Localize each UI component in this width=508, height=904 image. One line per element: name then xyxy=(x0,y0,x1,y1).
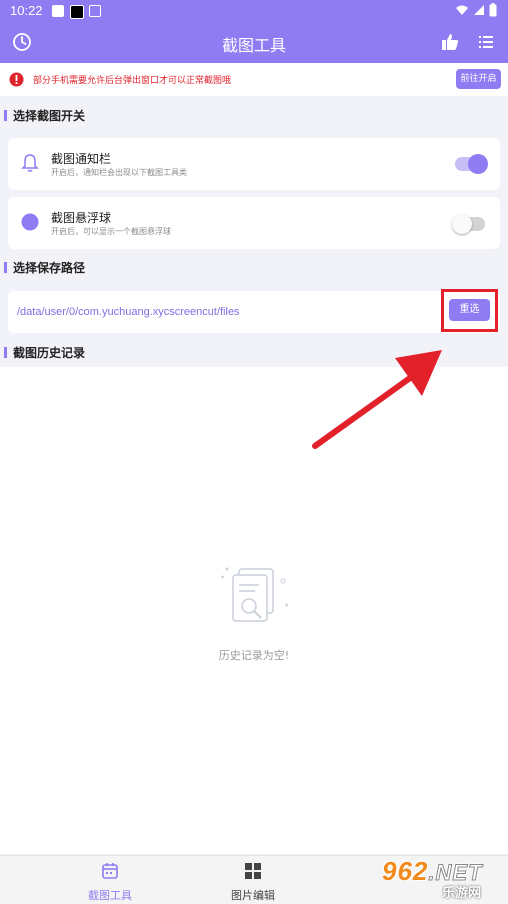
app-bar: 截图工具 xyxy=(0,22,508,63)
section-header-path: 选择保存路径 xyxy=(4,259,85,276)
notification-toggle[interactable] xyxy=(455,154,488,174)
calendar-icon xyxy=(102,863,118,879)
notification-icon xyxy=(70,5,84,19)
empty-history-text: 历史记录为空! xyxy=(218,649,290,662)
section-header-switch: 选择截图开关 xyxy=(4,107,85,124)
watermark-site: 乐游网 xyxy=(442,886,482,901)
warning-icon xyxy=(9,72,24,87)
page-title: 截图工具 xyxy=(221,36,286,55)
watermark-brand: 962 xyxy=(382,856,429,886)
section-header-history: 截图历史记录 xyxy=(4,344,85,361)
section-title: 选择保存路径 xyxy=(13,261,86,275)
empty-history-icon xyxy=(221,567,288,622)
switch-title: 截图通知栏 xyxy=(51,152,112,166)
notification-icon xyxy=(52,5,64,17)
battery-icon xyxy=(489,3,497,17)
save-path-card: /data/user/0/com.yuchuang.xycscreencut/f… xyxy=(8,291,500,333)
status-bar: 10:22 xyxy=(0,0,508,22)
switch-subtitle: 开启后，可以显示一个截图悬浮球 xyxy=(51,227,171,236)
toggle-knob xyxy=(452,214,472,234)
go-enable-button[interactable]: 前往开启 xyxy=(456,69,501,89)
site-watermark: 962.NET 乐游网 xyxy=(368,856,508,903)
floating-ball-toggle[interactable] xyxy=(452,214,485,234)
switch-subtitle: 开启后，通知栏会出现以下截图工具类 xyxy=(51,168,187,177)
reselect-button[interactable]: 重选 xyxy=(449,299,490,321)
nav-label: 截图工具 xyxy=(88,889,132,902)
nav-tab-screenshot-tool[interactable]: 截图工具 xyxy=(50,862,170,903)
toggle-knob xyxy=(468,154,488,174)
section-accent-bar xyxy=(4,262,7,273)
permission-notice: 部分手机需要允许后台弹出窗口才可以正常截图哦 前往开启 xyxy=(0,63,508,96)
switch-title: 截图悬浮球 xyxy=(51,211,112,225)
app-notification-icon xyxy=(89,5,101,17)
grid-icon xyxy=(245,863,261,879)
status-time: 10:22 xyxy=(10,3,43,18)
annotation-arrow-icon xyxy=(312,350,442,449)
wifi-icon xyxy=(456,5,468,15)
signal-icon xyxy=(474,5,484,15)
annotation-highlight-box: 重选 xyxy=(441,289,498,332)
section-accent-bar xyxy=(4,347,7,358)
floating-ball-icon xyxy=(21,213,39,231)
menu-list-icon[interactable] xyxy=(475,31,497,53)
save-path-text: /data/user/0/com.yuchuang.xycscreencut/f… xyxy=(17,306,240,318)
section-title: 截图历史记录 xyxy=(13,346,86,360)
nav-tab-image-edit[interactable]: 图片编辑 xyxy=(193,862,313,903)
section-accent-bar xyxy=(4,110,7,121)
thumbs-up-icon[interactable] xyxy=(439,31,461,53)
switch-card-notification[interactable]: 截图通知栏 开启后，通知栏会出现以下截图工具类 xyxy=(8,138,500,190)
bell-icon xyxy=(21,154,39,172)
switch-card-floating-ball[interactable]: 截图悬浮球 开启后，可以显示一个截图悬浮球 xyxy=(8,197,500,249)
section-title: 选择截图开关 xyxy=(13,109,86,123)
nav-label: 图片编辑 xyxy=(231,889,275,902)
notice-text: 部分手机需要允许后台弹出窗口才可以正常截图哦 xyxy=(33,76,232,86)
